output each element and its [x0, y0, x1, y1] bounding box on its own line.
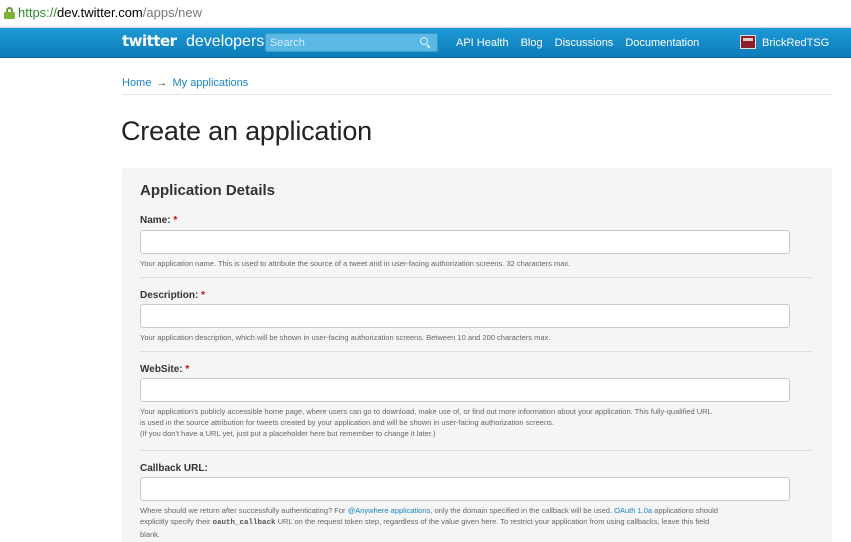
breadcrumb: Home → My applications: [122, 77, 248, 89]
search-box[interactable]: [265, 33, 438, 52]
section-title: Application Details: [140, 182, 276, 199]
callback-hint-text: Where should we return after successfull…: [140, 506, 348, 515]
url-text[interactable]: https://dev.twitter.com/apps/new: [18, 5, 202, 20]
callback-hint-line-2: explicitly specify their oauth_callback …: [140, 516, 820, 529]
field-divider: [140, 351, 812, 352]
required-marker: *: [201, 290, 206, 301]
name-label-text: Name:: [140, 215, 171, 226]
application-details-form: Application Details Name: * Your applica…: [122, 168, 832, 542]
callback-label: Callback URL:: [140, 463, 208, 474]
name-hint: Your application name. This is used to a…: [140, 259, 571, 268]
website-hint-line-2: is used in the source attribution for tw…: [140, 418, 554, 427]
browser-url-bar[interactable]: https://dev.twitter.com/apps/new: [0, 0, 851, 28]
url-path: /apps/new: [142, 5, 203, 20]
anywhere-applications-link[interactable]: @Anywhere applications: [348, 506, 431, 515]
field-divider: [140, 450, 812, 451]
oauth-link[interactable]: OAuth 1.0a: [614, 506, 652, 515]
url-host: dev.twitter.com: [57, 5, 143, 20]
field-divider: [140, 277, 812, 278]
callback-hint-line-3: blank.: [140, 530, 161, 539]
breadcrumb-home[interactable]: Home: [122, 77, 151, 89]
name-label: Name: *: [140, 215, 177, 226]
nav-links: API Health Blog Discussions Documentation: [456, 37, 711, 49]
website-hint-line-1: Your application's publicly accessible h…: [140, 407, 712, 416]
nav-link-discussions[interactable]: Discussions: [555, 37, 614, 49]
required-marker: *: [185, 364, 190, 375]
callback-hint-text: applications should: [652, 506, 718, 515]
breadcrumb-divider: [122, 94, 832, 95]
website-label: WebSite: *: [140, 364, 189, 375]
nav-link-api-health[interactable]: API Health: [456, 37, 509, 49]
website-hint-line-3: (If you don't have a URL yet, just put a…: [140, 429, 436, 438]
callback-hint-text: explicitly specify their: [140, 517, 213, 526]
lock-icon: [4, 7, 15, 19]
nav-link-blog[interactable]: Blog: [521, 37, 543, 49]
description-label: Description: *: [140, 290, 205, 301]
breadcrumb-arrow-icon: →: [156, 77, 168, 89]
description-label-text: Description:: [140, 290, 199, 301]
description-hint: Your application description, which will…: [140, 333, 551, 342]
oauth-callback-code: oauth_callback: [212, 519, 276, 527]
website-hint: Your application's publicly accessible h…: [140, 406, 820, 439]
developers-logo-text[interactable]: developers: [186, 33, 264, 51]
search-input[interactable]: [270, 36, 415, 50]
page-title: Create an application: [121, 116, 372, 146]
callback-hint-line-1: Where should we return after successfull…: [140, 505, 820, 516]
website-input[interactable]: [140, 378, 790, 402]
callback-hint-text: , only the domain specified in the callb…: [430, 506, 615, 515]
twitter-logo[interactable]: twitter: [122, 32, 177, 50]
required-marker: *: [173, 215, 178, 226]
callback-hint-text: URL on the request token step, regardles…: [275, 517, 710, 526]
website-label-text: WebSite:: [140, 364, 183, 375]
search-icon[interactable]: [420, 37, 431, 49]
top-navbar: twitter developers API Health Blog Discuss…: [0, 28, 851, 58]
nav-link-documentation[interactable]: Documentation: [625, 37, 699, 49]
breadcrumb-my-applications[interactable]: My applications: [172, 77, 248, 89]
description-input[interactable]: [140, 304, 790, 328]
avatar[interactable]: [740, 35, 756, 49]
username[interactable]: BrickRedTSG: [762, 37, 829, 49]
name-input[interactable]: [140, 230, 790, 254]
url-scheme: https://: [18, 5, 58, 20]
callback-url-input[interactable]: [140, 477, 790, 501]
callback-hint: Where should we return after successfull…: [140, 505, 820, 540]
